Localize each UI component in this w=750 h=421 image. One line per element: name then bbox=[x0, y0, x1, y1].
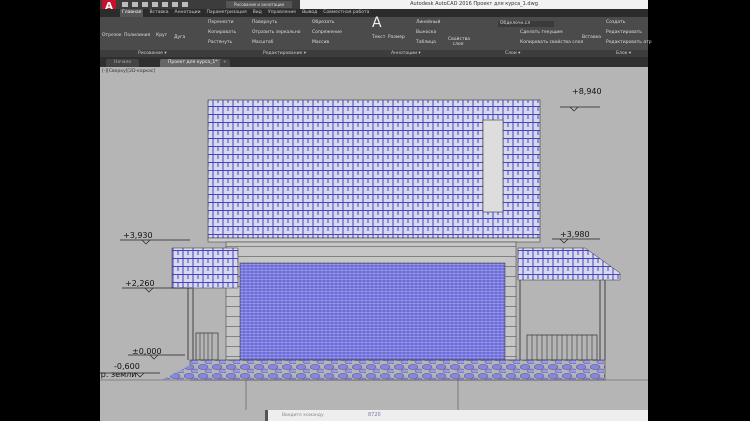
layer-properties-button[interactable]: Свойства слоя bbox=[448, 37, 470, 47]
ribbon: Отрезок Полилиния Круг Дуга Перенести По… bbox=[100, 15, 652, 50]
edit-attr-button[interactable]: Редактировать атр bbox=[606, 40, 652, 45]
coordinate-readout: 8720 bbox=[368, 412, 381, 418]
mirror-button[interactable]: Отразить зеркально bbox=[252, 30, 301, 35]
panel-layers[interactable]: Слои ▾ bbox=[505, 50, 520, 57]
autocad-window: A Рисование и аннотации Autodesk AutoCAD… bbox=[100, 0, 652, 421]
stretch-button[interactable]: Растянуть bbox=[208, 40, 232, 45]
drawing-canvas[interactable]: +8,940 +3,930 +3,980 +2,260 ±0,000 -0,60… bbox=[100, 67, 648, 410]
new-icon[interactable] bbox=[122, 2, 128, 7]
text-icon[interactable]: A bbox=[372, 15, 382, 31]
chimney bbox=[482, 119, 504, 213]
house-elevation bbox=[100, 99, 648, 410]
leader-button[interactable]: Выноска bbox=[416, 30, 436, 35]
panel-block[interactable]: Блок ▾ bbox=[616, 50, 631, 57]
panel-modify[interactable]: Редактирование ▾ bbox=[263, 50, 306, 57]
arc-button[interactable]: Дуга bbox=[174, 35, 185, 40]
polyline-button[interactable]: Полилиния bbox=[124, 33, 150, 38]
save-icon[interactable] bbox=[142, 2, 148, 7]
layer-dropdown[interactable]: Обделочн.сл bbox=[498, 21, 554, 27]
brick-infill bbox=[239, 262, 506, 361]
tab-collaborate[interactable]: Совместная работа bbox=[323, 9, 369, 17]
redo-icon[interactable] bbox=[182, 2, 188, 7]
ground-label: ур. земли bbox=[100, 370, 136, 379]
circle-button[interactable]: Круг bbox=[156, 33, 167, 38]
dimension-button[interactable]: Размер bbox=[388, 35, 405, 40]
window-title: Autodesk AutoCAD 2016 Проект для курса_1… bbox=[300, 0, 648, 9]
move-button[interactable]: Перенести bbox=[208, 20, 234, 25]
tab-project[interactable]: Проект для курса_1* bbox=[160, 59, 226, 67]
title-bar: A Рисование и аннотации Autodesk AutoCAD… bbox=[100, 0, 648, 13]
edit-block-button[interactable]: Редактировать bbox=[606, 30, 642, 35]
linear-button[interactable]: Линейный bbox=[416, 20, 440, 25]
left-porch-roof bbox=[171, 247, 239, 289]
saveas-icon[interactable] bbox=[152, 2, 158, 7]
array-button[interactable]: Массив bbox=[312, 40, 329, 45]
copy-button[interactable]: Копировать bbox=[208, 30, 236, 35]
trim-button[interactable]: Обрезать bbox=[312, 20, 334, 25]
make-current-button[interactable]: Сделать текущим bbox=[520, 30, 563, 35]
elevation-left2: +2,260 bbox=[125, 279, 155, 288]
scale-button[interactable]: Масштаб bbox=[252, 40, 273, 45]
tab-home[interactable]: Главная bbox=[120, 9, 144, 17]
panel-annotation[interactable]: Аннотации ▾ bbox=[391, 50, 421, 57]
viewport-label[interactable]: [-][Сверху][2D-каркас] bbox=[102, 69, 155, 74]
match-layer-button[interactable]: Копировать свойства слоя bbox=[520, 40, 583, 45]
print-icon[interactable] bbox=[162, 2, 168, 7]
insert-block-button[interactable]: Вставка bbox=[582, 35, 601, 40]
command-line[interactable]: Введите команду bbox=[268, 410, 648, 421]
elevation-top: +8,940 bbox=[572, 87, 602, 96]
tab-view[interactable]: Вид bbox=[253, 9, 262, 17]
tab-parametric[interactable]: Параметризация bbox=[207, 9, 247, 17]
file-tabs: Начало Проект для курса_1* + bbox=[100, 57, 648, 67]
open-icon[interactable] bbox=[132, 2, 138, 7]
create-block-button[interactable]: Создать bbox=[606, 20, 625, 25]
elevation-right1: +3,980 bbox=[560, 230, 590, 239]
new-tab-button[interactable]: + bbox=[220, 59, 230, 67]
tab-manage[interactable]: Управление bbox=[268, 9, 296, 17]
line-button[interactable]: Отрезок bbox=[102, 33, 122, 38]
undo-icon[interactable] bbox=[172, 2, 178, 7]
foundation bbox=[189, 359, 606, 381]
tab-output[interactable]: Вывод bbox=[302, 9, 317, 17]
tab-annotate[interactable]: Аннотации bbox=[175, 9, 201, 17]
workspace-dropdown[interactable]: Рисование и аннотации bbox=[226, 1, 292, 8]
tab-start[interactable]: Начало bbox=[106, 59, 140, 67]
rotate-button[interactable]: Повернуть bbox=[252, 20, 277, 25]
table-button[interactable]: Таблица bbox=[416, 40, 436, 45]
right-porch-roof bbox=[517, 247, 621, 281]
text-button[interactable]: Текст bbox=[372, 35, 385, 40]
left-railing bbox=[195, 332, 219, 361]
tab-insert[interactable]: Вставка bbox=[149, 9, 168, 17]
panel-draw[interactable]: Рисование ▾ bbox=[138, 50, 167, 57]
elevation-zero: ±0,000 bbox=[132, 347, 162, 356]
ribbon-panel-labels: Рисование ▾ Редактирование ▾ Аннотации ▾… bbox=[100, 50, 648, 57]
fillet-button[interactable]: Сопряжение bbox=[312, 30, 342, 35]
elevation-left1: +3,930 bbox=[123, 231, 153, 240]
